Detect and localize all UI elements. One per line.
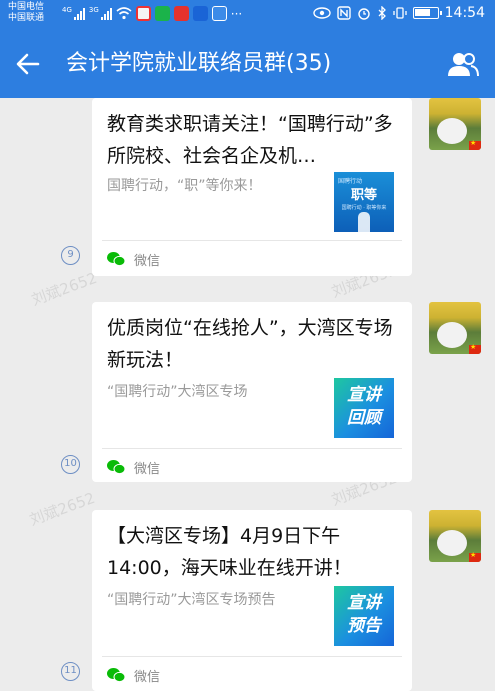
card-footer: 微信: [102, 656, 402, 691]
message-index-badge: 10: [61, 455, 80, 474]
bluetooth-icon: [378, 6, 386, 20]
article-description: “国聘行动”大湾区专场: [107, 384, 248, 400]
vibrate-icon: [392, 7, 407, 19]
thumbnail-caption-sub: 国聘行动 · 职等你来: [341, 205, 387, 211]
watermark-text: 刘斌2652: [27, 488, 98, 530]
chat-title: 会计学院就业联络员群(35): [66, 51, 332, 76]
source-label: 微信: [134, 670, 161, 685]
signal-icon-2: [100, 7, 112, 20]
wechat-icon: [107, 460, 126, 475]
thumbnail-caption: 职等: [350, 188, 377, 203]
china-flag-icon: [469, 139, 481, 150]
back-arrow-icon[interactable]: [14, 50, 42, 78]
avatar[interactable]: [429, 98, 481, 150]
source-label: 微信: [134, 462, 161, 477]
status-left-icons: 4G 3G ···: [62, 6, 242, 21]
alarm-icon: [357, 8, 370, 20]
article-thumbnail: 国聘行动 职等 国聘行动 · 职等你来: [334, 172, 394, 232]
browser-app-icon: [192, 6, 208, 21]
avatar[interactable]: [429, 302, 481, 354]
watermark-text: 刘斌2652: [29, 268, 100, 310]
video-app-icon: [154, 6, 170, 21]
article-title: 优质岗位“在线抢人”，大湾区专场新玩法！: [107, 317, 393, 371]
taobao-app-icon: [173, 6, 189, 21]
eye-comfort-icon: [312, 7, 331, 19]
china-flag-icon: [469, 343, 481, 354]
message-index-badge: 11: [61, 662, 80, 681]
chat-header: 会计学院就业联络员群(35): [0, 30, 495, 98]
avatar[interactable]: [429, 510, 481, 562]
article-title: 【大湾区专场】4月9日下午14:00，海天味业在线开讲！: [107, 525, 352, 579]
card-footer: 微信: [102, 240, 402, 276]
article-thumbnail: 宣讲预告: [334, 586, 394, 646]
status-bar: 中国电信 中国联通 4G 3G ··· 14:54: [0, 0, 495, 30]
clock-time: 14:54: [444, 5, 485, 21]
article-description: 国聘行动，“职”等你来！: [107, 178, 262, 194]
thumbnail-caption: 宣讲回顾: [347, 385, 381, 428]
shared-article-card[interactable]: 优质岗位“在线抢人”，大湾区专场新玩法！ “国聘行动”大湾区专场 宣讲回顾 微信: [92, 302, 412, 482]
network-type-1: 4G: [62, 6, 72, 14]
battery-icon: [412, 7, 442, 19]
carrier-secondary: 中国联通: [8, 13, 45, 23]
shared-article-card[interactable]: 【大湾区专场】4月9日下午14:00，海天味业在线开讲！ “国聘行动”大湾区专场…: [92, 510, 412, 691]
wifi-icon: [116, 7, 132, 20]
wechat-icon: [107, 252, 126, 267]
network-type-2: 3G: [88, 6, 99, 14]
group-members-icon[interactable]: [447, 50, 479, 78]
signal-icon: [73, 7, 85, 20]
more-notifications-icon: ···: [230, 6, 243, 21]
cloud-app-icon: [211, 6, 227, 21]
source-label: 微信: [134, 254, 161, 269]
status-right-icons: 14:54: [312, 5, 485, 21]
article-title: 教育类求职请关注！“国聘行动”多所院校、社会名企及机…: [107, 113, 393, 167]
message-index-badge: 9: [61, 246, 80, 265]
wechat-icon: [107, 668, 126, 683]
china-flag-icon: [469, 551, 481, 562]
nfc-icon: [336, 6, 351, 20]
card-footer: 微信: [102, 448, 402, 484]
chat-message-list[interactable]: 刘斌2652 刘斌2652 刘斌2652 刘斌2652 9 教育类求职请关注！“…: [0, 98, 495, 691]
carrier-primary: 中国电信: [8, 2, 45, 12]
shared-article-card[interactable]: 教育类求职请关注！“国聘行动”多所院校、社会名企及机… 国聘行动，“职”等你来！…: [92, 98, 412, 276]
carrier-info: 中国电信 中国联通: [8, 2, 44, 24]
news-app-icon: [135, 6, 151, 21]
thumbnail-caption: 宣讲预告: [347, 593, 381, 636]
article-description: “国聘行动”大湾区专场预告: [107, 592, 276, 608]
article-thumbnail: 宣讲回顾: [334, 378, 394, 438]
